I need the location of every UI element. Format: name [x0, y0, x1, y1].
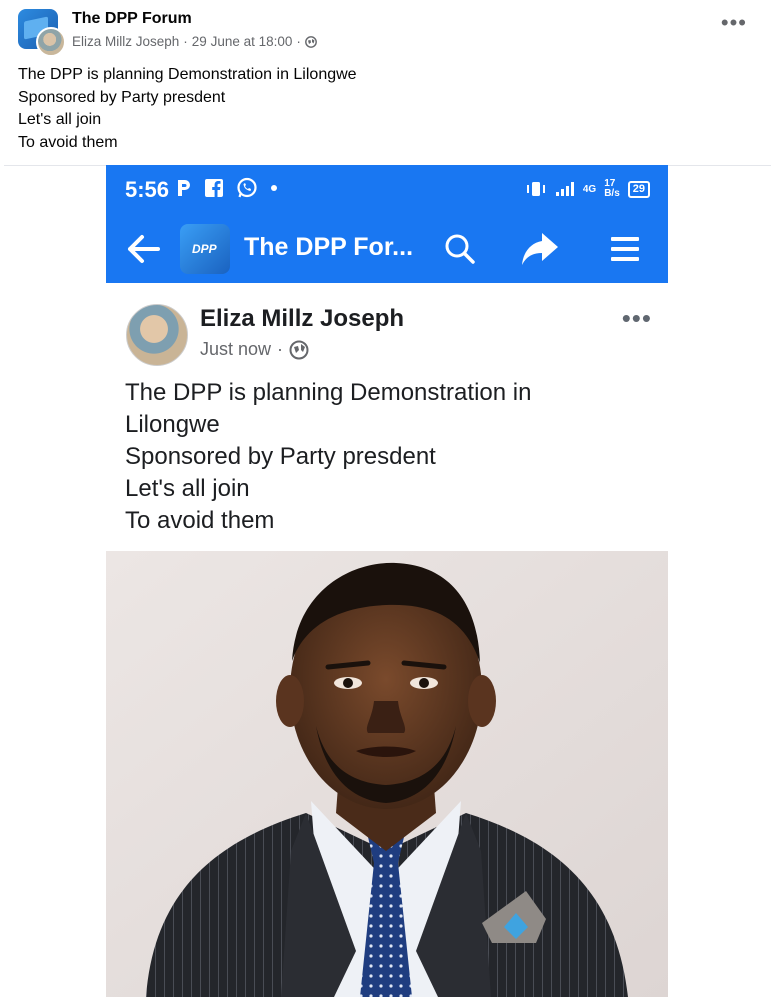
post-text: The DPP is planning Demonstration in Lil… — [18, 64, 357, 154]
author-avatar[interactable] — [36, 27, 66, 57]
post-image[interactable]: 5:56 4G 17 B/s 29 DPP The DPP For... Eli… — [106, 165, 668, 997]
post-text-line: Sponsored by Party presdent — [18, 88, 226, 106]
inner-text-line: Sponsored by Party presdent — [125, 443, 436, 470]
meta-separator: · — [183, 34, 188, 49]
author-name[interactable]: Eliza Millz Joseph — [72, 34, 179, 49]
globe-icon — [304, 35, 317, 48]
status-time: 5:56 — [125, 177, 170, 202]
inner-post-text: The DPP is planning Demonstration in Lil… — [125, 377, 531, 537]
status-bar: 5:56 4G 17 B/s 29 — [106, 165, 668, 215]
inner-author-avatar[interactable] — [126, 304, 188, 366]
inner-text-line: The DPP is planning Demonstration in — [125, 379, 532, 406]
dot-icon — [271, 185, 277, 191]
vibrate-icon — [526, 182, 545, 196]
logo-text: DPP — [192, 242, 217, 256]
status-notification-icons — [176, 177, 278, 199]
post-header: The DPP Forum Eliza Millz Joseph · 29 Ju… — [0, 0, 771, 62]
speed-unit: B/s — [604, 188, 620, 199]
more-options-button[interactable]: ••• — [721, 12, 747, 34]
inner-text-line: Let's all join — [125, 475, 250, 502]
post-text-line: Let's all join — [18, 111, 102, 128]
inner-separator: · — [277, 339, 284, 359]
facebook-icon — [205, 179, 223, 197]
inner-time-text[interactable]: Just now — [200, 339, 271, 360]
post-text-line: The DPP is planning Demonstration in Lil… — [18, 66, 357, 83]
meta-separator: · — [296, 34, 301, 49]
group-logo[interactable]: DPP — [180, 224, 230, 274]
app-bar: DPP The DPP For... — [106, 215, 668, 283]
inner-text-line: Lilongwe — [125, 411, 220, 438]
status-right-icons: 4G 17 B/s 29 — [525, 179, 650, 199]
search-icon[interactable] — [444, 233, 476, 265]
inner-text-line: To avoid them — [125, 507, 275, 534]
battery-indicator: 29 — [627, 180, 650, 198]
app-title[interactable]: The DPP For... — [244, 233, 413, 262]
post-date[interactable]: 29 June at 18:00 — [192, 34, 293, 49]
inner-author-name[interactable]: Eliza Millz Joseph — [200, 305, 404, 333]
network-type: 4G — [582, 183, 597, 195]
whatsapp-icon — [237, 177, 257, 198]
inner-more-options-button[interactable]: ••• — [622, 303, 652, 334]
signal-icon — [555, 182, 574, 196]
post-text-line: To avoid them — [18, 133, 118, 151]
portrait-photo[interactable] — [106, 551, 668, 997]
menu-icon[interactable] — [610, 235, 640, 263]
back-arrow-icon[interactable] — [126, 232, 162, 266]
share-icon[interactable] — [520, 231, 560, 267]
post-meta: Eliza Millz Joseph · 29 June at 18:00 · — [72, 34, 317, 49]
p-icon — [178, 180, 190, 196]
portrait-illustration — [106, 551, 668, 997]
inner-post-time: Just now · — [200, 339, 309, 360]
network-speed: 17 B/s — [604, 179, 620, 199]
globe-icon — [289, 340, 309, 359]
group-name[interactable]: The DPP Forum — [72, 10, 192, 28]
